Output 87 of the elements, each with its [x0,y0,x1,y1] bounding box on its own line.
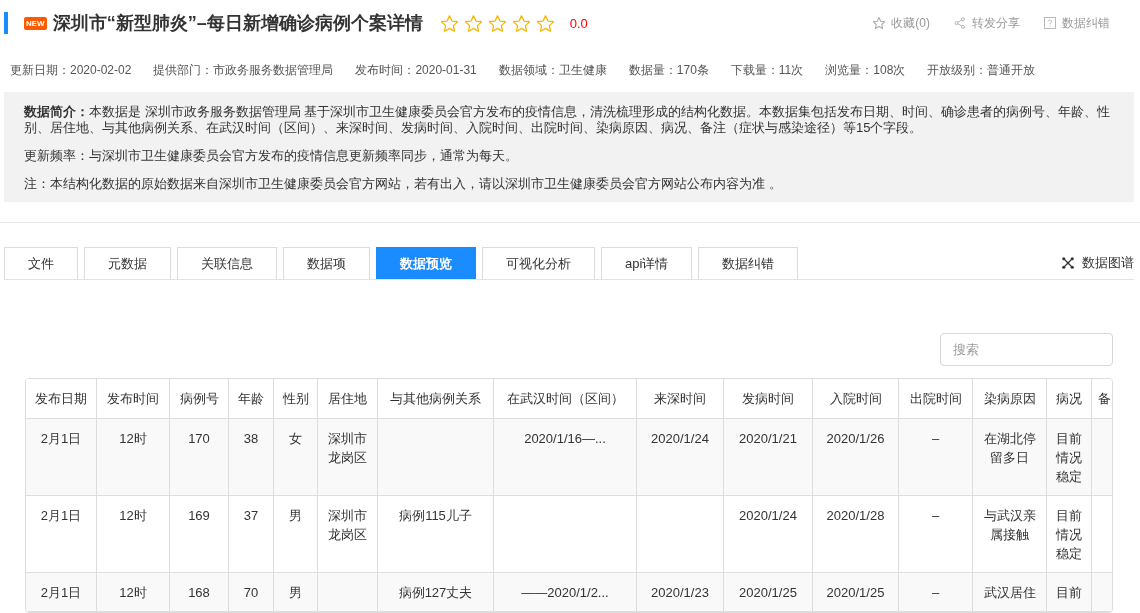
search-field[interactable]: 搜索 [940,333,1113,366]
table-cell: 与武汉亲属接触 [973,496,1047,573]
column-header: 发布日期 [26,379,97,419]
table-cell: 2020/1/24 [637,419,724,496]
table-cell: 女 [274,419,318,496]
meta-text: 浏览量：108次 [825,62,906,79]
column-header: 备 [1092,379,1112,419]
column-header: 与其他病例关系 [378,379,494,419]
table-cell: 2月1日 [26,496,97,573]
table-cell: 12时 [97,496,170,573]
column-header: 居住地 [318,379,378,419]
table-cell: 2020/1/23 [637,573,724,612]
table-cell: 2月1日 [26,419,97,496]
meta-text: 开放级别：普通开放 [927,62,1036,79]
star-icon [873,17,886,29]
tab[interactable]: 关联信息 [177,247,277,279]
meta-text: 下载量：11次 [730,62,804,79]
table-cell: 2020/1/24 [724,496,813,573]
table-cell: 目前情况稳定 [1047,419,1092,496]
table-cell: 38 [229,419,274,496]
column-header: 入院时间 [813,379,899,419]
column-header: 出院时间 [899,379,973,419]
table-cell: 武汉居住 [973,573,1047,612]
summary-text: 数据简介：本数据是 深圳市政务服务数据管理局 基于深圳市卫生健康委员会官方发布的疫情信息，清洗梳理形成的结构化数据。本数据集包括发布日期、时间、确诊患者的病例号、年龄、性别、居住地、与其他病例关系、在武汉时间（区间）、来深时间、发病时间、入院时间、出院时间、染病原因、病况、备注（症状与感染途径）等15个字段。 [24,104,1112,136]
page-title: 深圳市“新型肺炎”–每日新增确诊病例个案详情 [52,12,423,35]
tab[interactable]: 文件 [4,247,78,279]
column-header: 性别 [274,379,318,419]
column-header: 发布时间 [97,379,170,419]
graph-link[interactable]: 数据图谱 [1062,254,1134,272]
summary-text: 更新频率：与深圳市卫生健康委员会官方发布的疫情信息更新频率同步，通常为每天。 [24,148,519,164]
summary-text: 注：本结构化数据的原始数据来自深圳市卫生健康委员会官方网站，若有出入，请以深圳市卫生健康委员会官方网站公布内容为准 。 [24,176,783,192]
star-rating[interactable] [440,14,554,32]
table-cell: 2020/1/26 [813,419,899,496]
table-cell: 深圳市龙岗区 [318,496,378,573]
share-icon [954,17,966,29]
table-cell: 病例127丈夫 [378,573,494,612]
accent-bar [4,12,8,34]
table-cell: ——2020/1/2... [494,573,637,612]
help-icon [1044,17,1056,29]
table-cell: 2020/1/28 [813,496,899,573]
meta-text: 数据量：170条 [628,62,709,79]
table-cell: 男 [274,573,318,612]
table-cell: – [899,419,973,496]
star-icon[interactable] [464,14,482,32]
star-icon[interactable] [440,14,458,32]
column-header: 年龄 [229,379,274,419]
table-cell: 男 [274,496,318,573]
star-icon[interactable] [488,14,506,32]
table-cell: 病例115儿子 [378,496,494,573]
column-header: 来深时间 [637,379,724,419]
new-badge: NEW [24,16,47,30]
meta-text: 发布时间：2020-01-31 [355,62,477,79]
tab[interactable]: 元数据 [84,247,171,279]
column-header: 染病原因 [973,379,1047,419]
table-cell: 70 [229,573,274,612]
table-cell: 2月1日 [26,573,97,612]
tab[interactable]: 数据项 [283,247,370,279]
table-cell: 2020/1/25 [724,573,813,612]
column-header: 病况 [1047,379,1092,419]
meta-text: 更新日期：2020-02-02 [10,62,132,79]
table-cell: 2020/1/16—... [494,419,637,496]
network-icon [1062,257,1074,269]
table-cell: 目前情况稳定 [1047,496,1092,573]
table-cell: 2020/1/21 [724,419,813,496]
table-cell: 12时 [97,573,170,612]
column-header: 在武汉时间（区间） [494,379,637,419]
meta-text: 提供部门：市政务服务数据管理局 [153,62,334,79]
column-header: 发病时间 [724,379,813,419]
table-cell: – [899,496,973,573]
tab[interactable]: 数据纠错 [698,247,799,279]
table-cell: 在湖北停留多日 [973,419,1047,496]
star-icon[interactable] [536,14,554,32]
table-cell: 12时 [97,419,170,496]
star-icon[interactable] [512,14,530,32]
table-cell: 目前 [1047,573,1092,612]
meta-text: 数据领域：卫生健康 [498,62,607,79]
table-cell: – [899,573,973,612]
tab[interactable]: 可视化分析 [482,247,595,279]
table-cell: 深圳市龙岗区 [318,419,378,496]
tab[interactable]: api详情 [601,247,693,279]
table-cell: 169 [170,496,229,573]
table-cell: 37 [229,496,274,573]
rating-score: 0.0 [569,15,588,31]
table-cell: 170 [170,419,229,496]
table-cell: 168 [170,573,229,612]
column-header: 病例号 [170,379,229,419]
table-cell: 2020/1/25 [813,573,899,612]
